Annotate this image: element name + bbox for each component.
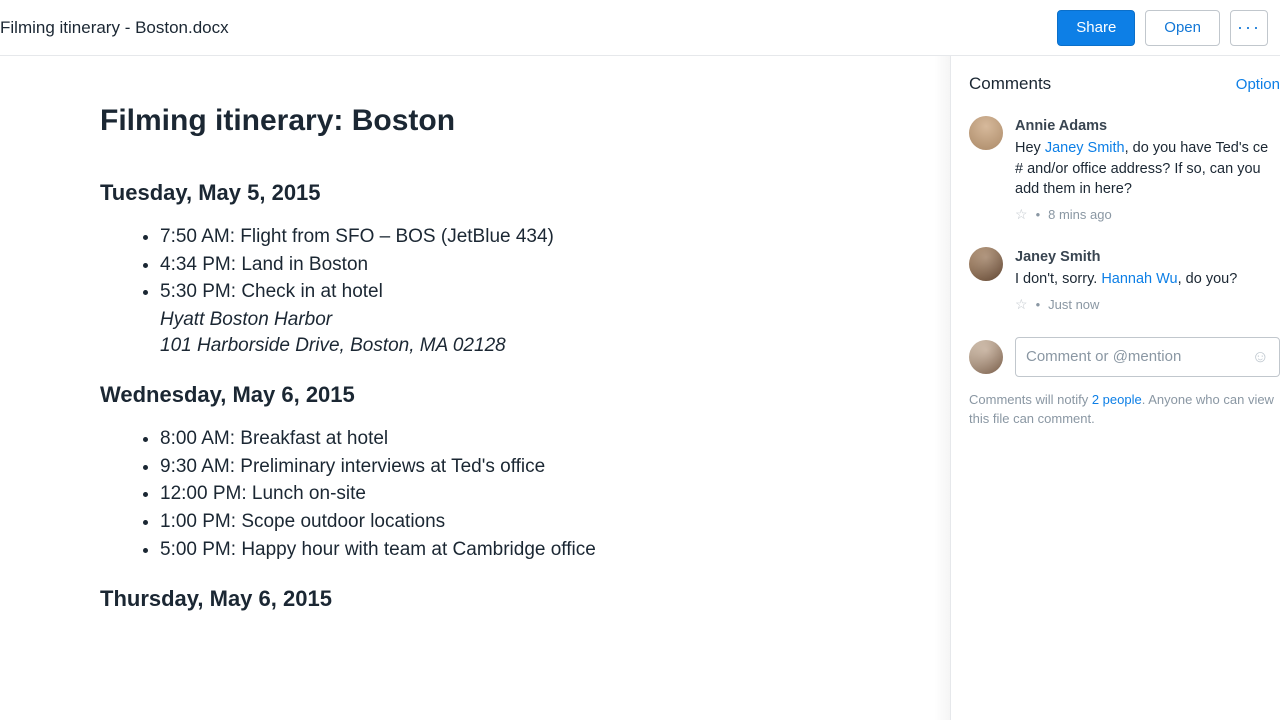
document-title: Filming itinerary: Boston xyxy=(100,104,950,138)
day-list: 8:00 AM: Breakfast at hotel 9:30 AM: Pre… xyxy=(100,426,950,562)
mention-link[interactable]: Hannah Wu xyxy=(1101,271,1177,287)
star-icon[interactable]: ☆ xyxy=(1015,295,1028,315)
comment-post: , do you? xyxy=(1178,271,1238,287)
comment-pre: Hey xyxy=(1015,140,1045,156)
day-heading: Tuesday, May 5, 2015 xyxy=(100,180,950,206)
comment-input-wrap[interactable]: ☺ xyxy=(1015,337,1280,377)
comment-time: 8 mins ago xyxy=(1048,206,1112,224)
list-item: 7:50 AM: Flight from SFO – BOS (JetBlue … xyxy=(160,224,950,250)
share-button[interactable]: Share xyxy=(1057,10,1135,46)
comment-meta: ☆ • 8 mins ago xyxy=(1015,205,1280,225)
dot-icon: • xyxy=(1036,206,1041,224)
topbar-actions: Share Open ··· xyxy=(1057,10,1268,46)
document-page: Filming itinerary: Boston Tuesday, May 5… xyxy=(0,56,950,612)
comment-body: Janey Smith I don't, sorry. Hannah Wu, d… xyxy=(1015,247,1280,315)
day-list: 7:50 AM: Flight from SFO – BOS (JetBlue … xyxy=(100,224,950,305)
open-button[interactable]: Open xyxy=(1145,10,1220,46)
mention-link[interactable]: Janey Smith xyxy=(1045,140,1125,156)
day-section: Tuesday, May 5, 2015 7:50 AM: Flight fro… xyxy=(100,180,950,358)
hotel-address: 101 Harborside Drive, Boston, MA 02128 xyxy=(160,333,950,359)
comment-text: Hey Janey Smith, do you have Ted's ce # … xyxy=(1015,138,1280,199)
comment-meta: ☆ • Just now xyxy=(1015,295,1280,315)
document-viewer[interactable]: Filming itinerary: Boston Tuesday, May 5… xyxy=(0,56,950,720)
comment-author: Annie Adams xyxy=(1015,116,1280,136)
comment-text: I don't, sorry. Hannah Wu, do you? xyxy=(1015,269,1280,289)
sidebar-header: Comments Option xyxy=(969,74,1280,94)
scrollbar[interactable] xyxy=(934,56,950,720)
list-item: 5:30 PM: Check in at hotel xyxy=(160,279,950,305)
day-section: Wednesday, May 6, 2015 8:00 AM: Breakfas… xyxy=(100,382,950,562)
more-button[interactable]: ··· xyxy=(1230,10,1268,46)
dot-icon: • xyxy=(1036,296,1041,314)
day-section: Thursday, May 6, 2015 xyxy=(100,586,950,612)
avatar xyxy=(969,340,1003,374)
list-item: 8:00 AM: Breakfast at hotel xyxy=(160,426,950,452)
list-item: 12:00 PM: Lunch on-site xyxy=(160,481,950,507)
compose-row: ☺ xyxy=(969,337,1280,377)
day-subdetails: Hyatt Boston Harbor 101 Harborside Drive… xyxy=(100,307,950,358)
main-area: Filming itinerary: Boston Tuesday, May 5… xyxy=(0,56,1280,720)
options-link[interactable]: Option xyxy=(1236,76,1280,93)
emoji-icon[interactable]: ☺ xyxy=(1252,347,1269,367)
sidebar-title: Comments xyxy=(969,74,1051,94)
comment-pre: I don't, sorry. xyxy=(1015,271,1101,287)
notify-pre: Comments will notify xyxy=(969,392,1092,407)
comment-time: Just now xyxy=(1048,296,1099,314)
hotel-name: Hyatt Boston Harbor xyxy=(160,307,950,333)
comment-item: Annie Adams Hey Janey Smith, do you have… xyxy=(969,116,1280,225)
file-title: Filming itinerary - Boston.docx xyxy=(0,18,229,38)
comment-body: Annie Adams Hey Janey Smith, do you have… xyxy=(1015,116,1280,225)
avatar xyxy=(969,247,1003,281)
notify-note: Comments will notify 2 people. Anyone wh… xyxy=(969,391,1280,429)
notify-people-link[interactable]: 2 people xyxy=(1092,392,1142,407)
comments-sidebar: Comments Option Annie Adams Hey Janey Sm… xyxy=(950,56,1280,720)
list-item: 9:30 AM: Preliminary interviews at Ted's… xyxy=(160,454,950,480)
star-icon[interactable]: ☆ xyxy=(1015,205,1028,225)
comment-input[interactable] xyxy=(1026,348,1252,365)
avatar xyxy=(969,116,1003,150)
comment-item: Janey Smith I don't, sorry. Hannah Wu, d… xyxy=(969,247,1280,315)
list-item: 1:00 PM: Scope outdoor locations xyxy=(160,509,950,535)
comment-author: Janey Smith xyxy=(1015,247,1280,267)
list-item: 4:34 PM: Land in Boston xyxy=(160,252,950,278)
list-item: 5:00 PM: Happy hour with team at Cambrid… xyxy=(160,537,950,563)
day-heading: Thursday, May 6, 2015 xyxy=(100,586,950,612)
day-heading: Wednesday, May 6, 2015 xyxy=(100,382,950,408)
topbar: Filming itinerary - Boston.docx Share Op… xyxy=(0,0,1280,56)
